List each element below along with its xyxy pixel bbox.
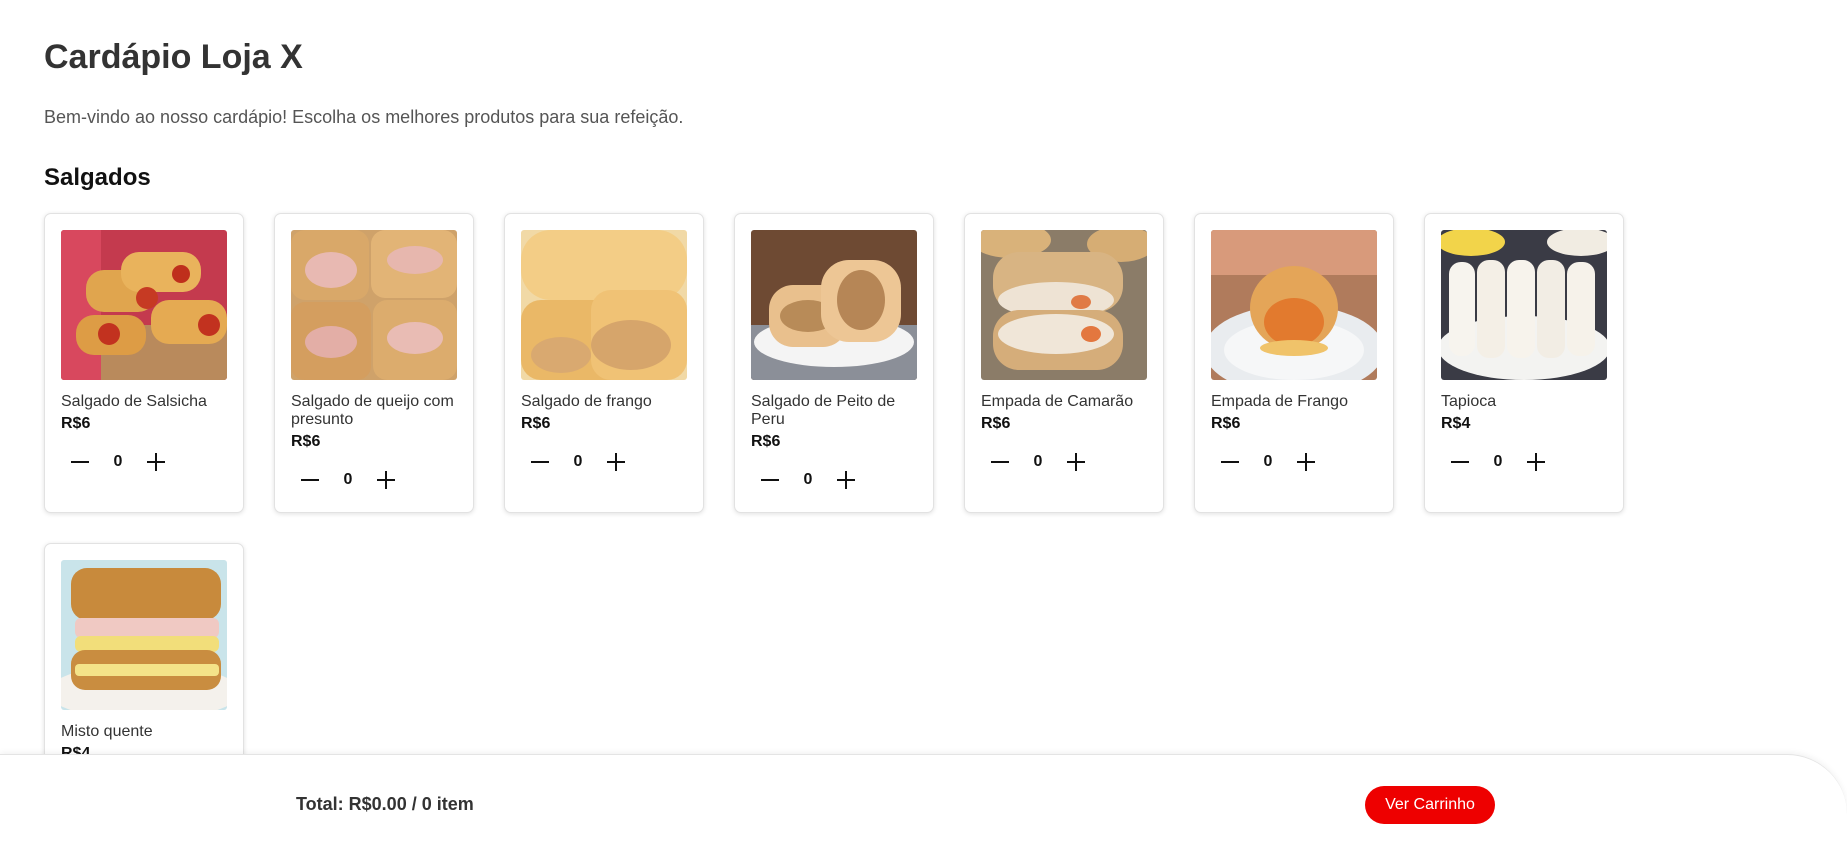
product-card: Tapioca R$4 0 bbox=[1424, 213, 1624, 513]
product-card: Salgado de Salsicha R$6 0 bbox=[44, 213, 244, 513]
salgado-queijo-presunto-image bbox=[291, 230, 457, 380]
product-price: R$4 bbox=[1441, 415, 1471, 432]
product-card: Empada de Camarão R$6 0 bbox=[964, 213, 1164, 513]
product-card: Empada de Frango R$6 0 bbox=[1194, 213, 1394, 513]
quantity-stepper: 0 bbox=[61, 443, 191, 481]
decrease-quantity-button[interactable] bbox=[291, 461, 329, 499]
product-price: R$6 bbox=[61, 415, 91, 432]
quantity-value: 0 bbox=[113, 453, 123, 470]
cart-total: Total: R$0.00 / 0 item bbox=[296, 794, 474, 814]
plus-icon bbox=[1067, 453, 1085, 471]
product-price: R$6 bbox=[981, 415, 1011, 432]
tapioca-image bbox=[1441, 230, 1607, 380]
product-name: Empada de Frango bbox=[1211, 393, 1348, 410]
product-price: R$6 bbox=[1211, 415, 1241, 432]
product-grid: Salgado de Salsicha R$6 0 Salgado de que… bbox=[44, 213, 1644, 843]
page-title: Cardápio Loja X bbox=[44, 38, 303, 76]
decrease-quantity-button[interactable] bbox=[751, 461, 789, 499]
product-price: R$6 bbox=[291, 433, 321, 450]
product-name: Salgado de frango bbox=[521, 393, 652, 410]
product-name: Tapioca bbox=[1441, 393, 1497, 410]
decrease-quantity-button[interactable] bbox=[1211, 443, 1249, 481]
plus-icon bbox=[837, 471, 855, 489]
increase-quantity-button[interactable] bbox=[1517, 443, 1555, 481]
product-name: Misto quente bbox=[61, 723, 153, 740]
plus-icon bbox=[607, 453, 625, 471]
quantity-stepper: 0 bbox=[751, 461, 881, 499]
misto-quente-image bbox=[61, 560, 227, 710]
quantity-stepper: 0 bbox=[291, 461, 421, 499]
salgado-salsicha-image bbox=[61, 230, 227, 380]
cart-summary-bar: Total: R$0.00 / 0 item Ver Carrinho bbox=[0, 754, 1847, 850]
empada-camarao-image bbox=[981, 230, 1147, 380]
quantity-value: 0 bbox=[343, 471, 353, 488]
plus-icon bbox=[1297, 453, 1315, 471]
minus-icon bbox=[761, 479, 779, 481]
product-card: Salgado de frango R$6 0 bbox=[504, 213, 704, 513]
empada-frango-image bbox=[1211, 230, 1377, 380]
increase-quantity-button[interactable] bbox=[367, 461, 405, 499]
minus-icon bbox=[991, 461, 1009, 463]
decrease-quantity-button[interactable] bbox=[1441, 443, 1479, 481]
decrease-quantity-button[interactable] bbox=[521, 443, 559, 481]
minus-icon bbox=[301, 479, 319, 481]
view-cart-button[interactable]: Ver Carrinho bbox=[1365, 786, 1495, 824]
salgado-frango-image bbox=[521, 230, 687, 380]
quantity-value: 0 bbox=[803, 471, 813, 488]
product-price: R$6 bbox=[521, 415, 551, 432]
increase-quantity-button[interactable] bbox=[137, 443, 175, 481]
plus-icon bbox=[377, 471, 395, 489]
quantity-stepper: 0 bbox=[521, 443, 651, 481]
quantity-value: 0 bbox=[573, 453, 583, 470]
menu-page: Cardápio Loja X Bem-vindo ao nosso cardá… bbox=[0, 0, 1847, 850]
salgado-peito-peru-image bbox=[751, 230, 917, 380]
quantity-value: 0 bbox=[1033, 453, 1043, 470]
product-name: Empada de Camarão bbox=[981, 393, 1134, 410]
product-price: R$6 bbox=[751, 433, 781, 450]
main-content: Cardápio Loja X Bem-vindo ao nosso cardá… bbox=[0, 0, 1847, 843]
product-card: Salgado de Peito de Peru R$6 0 bbox=[734, 213, 934, 513]
minus-icon bbox=[1221, 461, 1239, 463]
decrease-quantity-button[interactable] bbox=[981, 443, 1019, 481]
quantity-stepper: 0 bbox=[1441, 443, 1571, 481]
increase-quantity-button[interactable] bbox=[1057, 443, 1095, 481]
product-name: Salgado de Peito de Peru bbox=[751, 393, 896, 428]
section-title-salgados: Salgados bbox=[44, 164, 151, 191]
quantity-stepper: 0 bbox=[1211, 443, 1341, 481]
increase-quantity-button[interactable] bbox=[1287, 443, 1325, 481]
minus-icon bbox=[71, 461, 89, 463]
quantity-stepper: 0 bbox=[981, 443, 1111, 481]
product-card: Salgado de queijo com presunto R$6 0 bbox=[274, 213, 474, 513]
plus-icon bbox=[147, 453, 165, 471]
quantity-value: 0 bbox=[1263, 453, 1273, 470]
minus-icon bbox=[531, 461, 549, 463]
product-name: Salgado de Salsicha bbox=[61, 393, 207, 410]
product-name: Salgado de queijo com presunto bbox=[291, 393, 454, 428]
decrease-quantity-button[interactable] bbox=[61, 443, 99, 481]
minus-icon bbox=[1451, 461, 1469, 463]
quantity-value: 0 bbox=[1493, 453, 1503, 470]
increase-quantity-button[interactable] bbox=[827, 461, 865, 499]
increase-quantity-button[interactable] bbox=[597, 443, 635, 481]
plus-icon bbox=[1527, 453, 1545, 471]
page-subtitle: Bem-vindo ao nosso cardápio! Escolha os … bbox=[44, 107, 684, 127]
